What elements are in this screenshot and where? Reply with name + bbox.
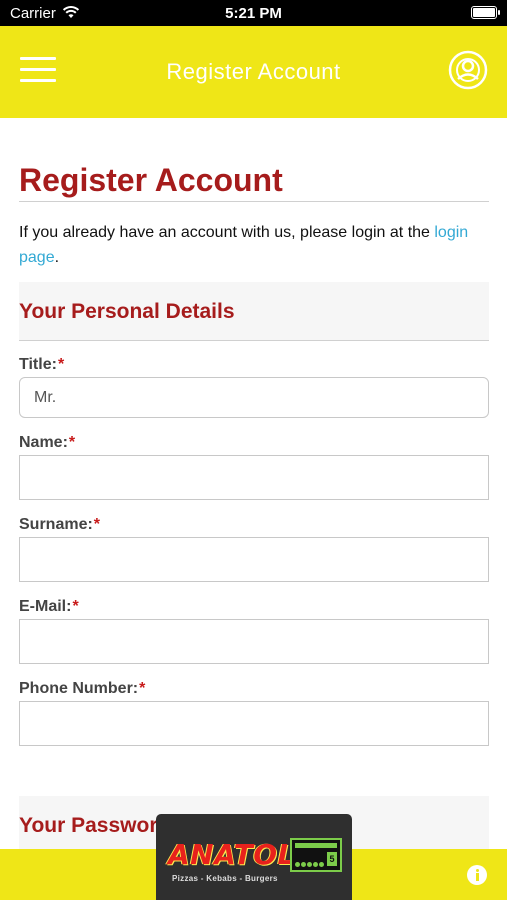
- header-title: Register Account: [166, 59, 341, 84]
- title-label-text: Title:: [19, 356, 57, 373]
- intro-text-end: .: [54, 249, 60, 266]
- required-marker: *: [93, 516, 101, 533]
- phone-number-label: Phone Number:*: [19, 680, 145, 698]
- title-field[interactable]: [19, 377, 489, 418]
- required-marker: *: [72, 598, 79, 615]
- phone-number-label-text: Phone Number:: [19, 680, 139, 697]
- phone-number-field[interactable]: [19, 701, 489, 746]
- clock: 5:21 PM: [225, 5, 282, 22]
- restaurant-logo-banner[interactable]: ANATOLIA Pizzas - Kebabs - Burgers 5: [156, 814, 352, 900]
- hygiene-score: 5: [327, 852, 337, 866]
- intro-text-body: If you already have an account with us, …: [19, 224, 435, 241]
- divider: [19, 201, 489, 202]
- divider: [19, 340, 489, 341]
- battery-icon: [471, 6, 500, 19]
- user-account-icon[interactable]: [448, 50, 488, 90]
- intro-text: If you already have an account with us, …: [19, 220, 489, 270]
- section-title-personal-details: Your Personal Details: [19, 300, 235, 323]
- status-bar: Carrier 5:21 PM: [0, 0, 507, 26]
- name-label: Name:*: [19, 434, 75, 452]
- name-label-text: Name:: [19, 434, 68, 451]
- required-marker: *: [57, 356, 65, 373]
- email-field[interactable]: [19, 619, 489, 664]
- app-header: Register Account: [0, 26, 507, 118]
- restaurant-tagline: Pizzas - Kebabs - Burgers: [172, 874, 278, 883]
- register-form-content: Register Account If you already have an …: [0, 118, 507, 849]
- info-icon[interactable]: [467, 865, 487, 885]
- title-label: Title:*: [19, 356, 64, 374]
- section-title-password: Your Password: [19, 814, 171, 837]
- page-title: Register Account: [19, 162, 283, 198]
- food-hygiene-rating-badge: 5: [290, 838, 342, 872]
- personal-details-section-header: Your Personal Details: [19, 282, 489, 340]
- name-field[interactable]: [19, 455, 489, 500]
- required-marker: *: [68, 434, 76, 451]
- required-marker: *: [139, 680, 146, 697]
- email-label: E-Mail:*: [19, 598, 79, 616]
- surname-label-text: Surname:: [19, 516, 93, 533]
- email-label-text: E-Mail:: [19, 598, 72, 615]
- surname-label: Surname:*: [19, 516, 100, 534]
- surname-field[interactable]: [19, 537, 489, 582]
